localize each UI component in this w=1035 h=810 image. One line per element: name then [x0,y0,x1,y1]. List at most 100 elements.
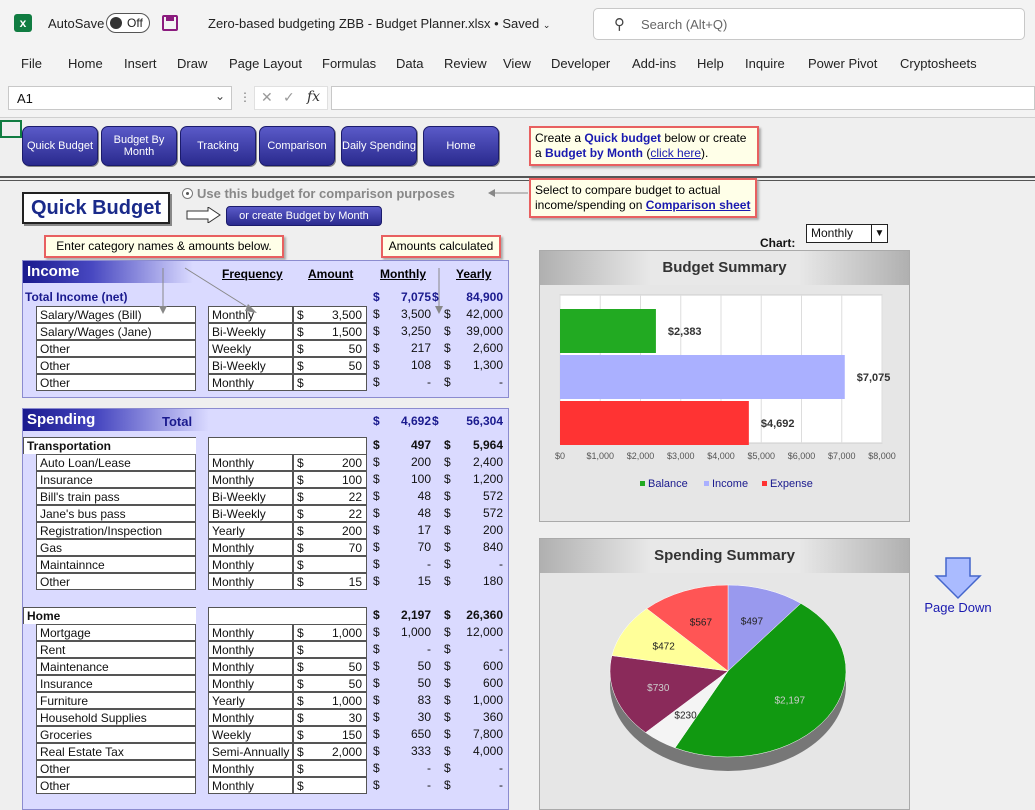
category-name-cell[interactable]: Other [36,573,196,590]
frequency-cell[interactable]: Monthly [208,374,293,391]
category-name-cell[interactable]: Insurance [36,675,196,692]
amount-cell[interactable]: $22 [293,488,367,505]
category-name-cell[interactable]: Bill's train pass [36,488,196,505]
category-name-cell[interactable]: Other [36,357,196,374]
amount-cell[interactable]: $70 [293,539,367,556]
amount-cell[interactable]: $15 [293,573,367,590]
category-name-cell[interactable]: Maintainnce [36,556,196,573]
menu-review[interactable]: Review [444,56,487,71]
amount-cell[interactable]: $ [293,777,367,794]
category-name-cell[interactable]: Groceries [36,726,196,743]
menu-draw[interactable]: Draw [177,56,207,71]
more-icon[interactable]: ⋮ [239,90,251,104]
frequency-cell[interactable]: Monthly [208,573,293,590]
chevron-down-icon[interactable]: ⌄ [215,89,225,103]
frequency-cell[interactable]: Monthly [208,760,293,777]
category-name-cell[interactable]: Registration/Inspection [36,522,196,539]
menu-power-pivot[interactable]: Power Pivot [808,56,877,71]
menu-file[interactable]: File [21,56,42,71]
nav-daily-spending-button[interactable]: Daily Spending [341,126,417,166]
menu-insert[interactable]: Insert [124,56,157,71]
worksheet[interactable]: Quick Budget Budget By Month Tracking Co… [0,118,1035,810]
menu-add-ins[interactable]: Add-ins [632,56,676,71]
amount-cell[interactable]: $ [293,556,367,573]
frequency-cell[interactable]: Monthly [208,471,293,488]
frequency-cell[interactable]: Bi-Weekly [208,505,293,522]
comparison-radio[interactable]: Use this budget for comparison purposes [182,186,455,201]
category-name-cell[interactable]: Other [36,340,196,357]
frequency-cell[interactable]: Semi-Annually [208,743,293,760]
category-name-cell[interactable]: Rent [36,641,196,658]
category-name-cell[interactable]: Maintenance [36,658,196,675]
amount-cell[interactable]: $50 [293,675,367,692]
amount-cell[interactable]: $200 [293,522,367,539]
amount-cell[interactable]: $50 [293,658,367,675]
frequency-cell[interactable]: Bi-Weekly [208,488,293,505]
menu-cryptosheets[interactable]: Cryptosheets [900,56,977,71]
category-name-cell[interactable]: Mortgage [36,624,196,641]
category-name-cell[interactable]: Insurance [36,471,196,488]
click-here-link[interactable]: click here [650,146,701,160]
amount-cell[interactable]: $150 [293,726,367,743]
category-name-cell[interactable]: Auto Loan/Lease [36,454,196,471]
nav-tracking-button[interactable]: Tracking [180,126,256,166]
budget-summary-chart[interactable]: Budget Summary $0 $1,000 $2,000 $3,000 $4,00… [539,250,910,522]
frequency-cell[interactable]: Monthly [208,658,293,675]
function-icon[interactable]: fx [307,89,320,105]
amount-cell[interactable]: $200 [293,454,367,471]
dropdown-arrow-icon[interactable]: ▼ [871,225,887,242]
amount-cell[interactable]: $ [293,374,367,391]
menu-inquire[interactable]: Inquire [745,56,785,71]
document-title[interactable]: Zero-based budgeting ZBB - Budget Planne… [208,16,550,31]
category-name-cell[interactable]: Jane's bus pass [36,505,196,522]
frequency-cell[interactable]: Weekly [208,340,293,357]
category-name-cell[interactable]: Gas [36,539,196,556]
amount-cell[interactable]: $3,500 [293,306,367,323]
save-icon[interactable] [162,15,178,31]
amount-cell[interactable]: $30 [293,709,367,726]
category-name-cell[interactable]: Other [36,374,196,391]
enter-icon[interactable]: ✓ [283,89,295,106]
create-budget-by-month-button[interactable]: or create Budget by Month [226,206,382,226]
amount-cell[interactable]: $50 [293,340,367,357]
selected-cell-a1[interactable] [0,120,22,138]
radio-icon[interactable] [182,188,193,199]
frequency-cell[interactable]: Monthly [208,641,293,658]
search-input[interactable]: ⚲ Search (Alt+Q) [593,8,1025,40]
menu-developer[interactable]: Developer [551,56,610,71]
menu-page-layout[interactable]: Page Layout [229,56,302,71]
menu-view[interactable]: View [503,56,531,71]
frequency-cell[interactable]: Yearly [208,692,293,709]
amount-cell[interactable]: $2,000 [293,743,367,760]
frequency-cell[interactable]: Monthly [208,709,293,726]
frequency-cell[interactable]: Yearly [208,522,293,539]
menu-home[interactable]: Home [68,56,103,71]
spending-summary-chart[interactable]: Spending Summary $497 $2,197 $230 $730 $472 $… [539,538,910,810]
amount-cell[interactable]: $ [293,760,367,777]
page-down-arrow-icon[interactable] [920,556,996,600]
frequency-cell[interactable]: Monthly [208,675,293,692]
cancel-icon[interactable]: ✕ [261,89,273,106]
nav-budget-by-month-button[interactable]: Budget By Month [101,126,177,166]
frequency-cell[interactable]: Bi-Weekly [208,357,293,374]
amount-cell[interactable]: $1,000 [293,692,367,709]
frequency-cell[interactable]: Monthly [208,556,293,573]
nav-comparison-button[interactable]: Comparison [259,126,335,166]
name-box[interactable]: A1 ⌄ [8,86,232,110]
chart-period-select[interactable]: Monthly ▼ [806,224,888,243]
comparison-sheet-link[interactable]: Comparison sheet [646,198,751,212]
amount-cell[interactable]: $ [293,641,367,658]
amount-cell[interactable]: $1,500 [293,323,367,340]
category-name-cell[interactable]: Real Estate Tax [36,743,196,760]
frequency-cell[interactable]: Monthly [208,539,293,556]
menu-data[interactable]: Data [396,56,423,71]
autosave-toggle[interactable]: Off [106,13,150,33]
amount-cell[interactable]: $50 [293,357,367,374]
frequency-cell[interactable]: Bi-Weekly [208,323,293,340]
nav-quick-budget-button[interactable]: Quick Budget [22,126,98,166]
formula-input[interactable] [331,86,1035,110]
menu-help[interactable]: Help [697,56,724,71]
frequency-cell[interactable]: Monthly [208,454,293,471]
amount-cell[interactable]: $100 [293,471,367,488]
amount-cell[interactable]: $1,000 [293,624,367,641]
